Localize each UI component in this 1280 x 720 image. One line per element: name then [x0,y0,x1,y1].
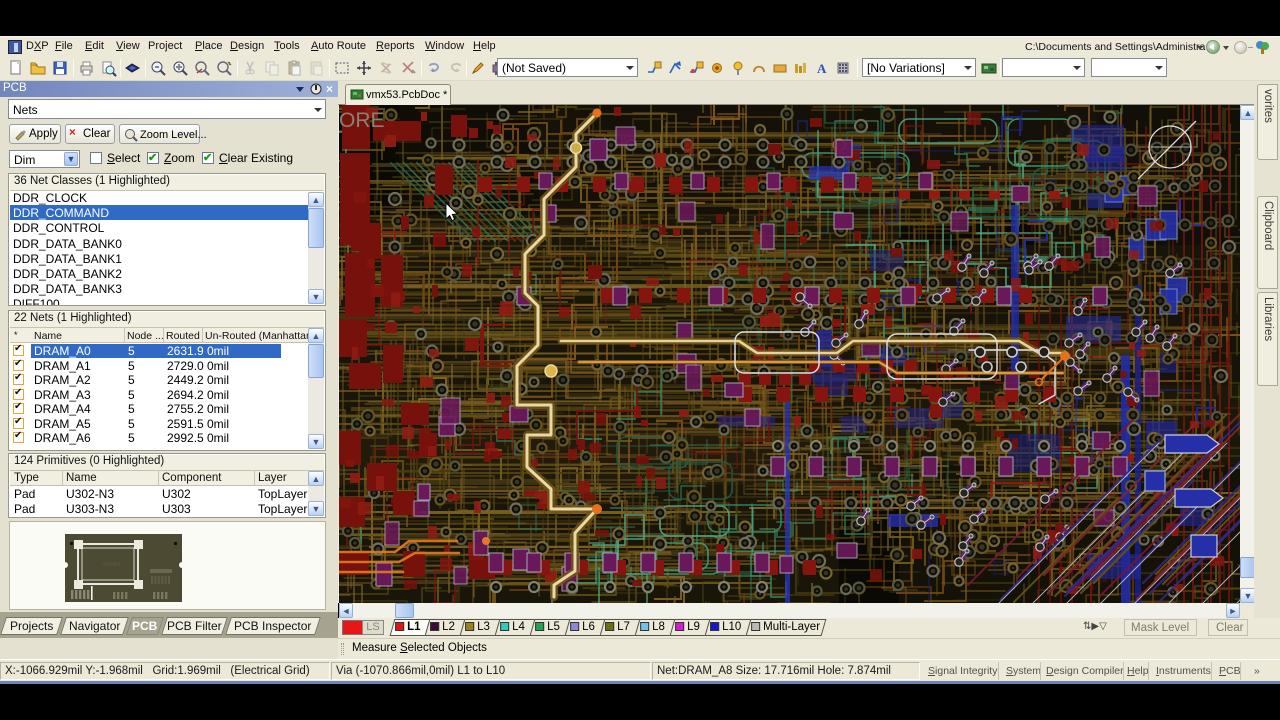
svg-text:ORE: ORE [339,109,385,132]
svg-text:vmx53: vmx53 [103,562,121,568]
svg-text:A: A [817,61,827,76]
